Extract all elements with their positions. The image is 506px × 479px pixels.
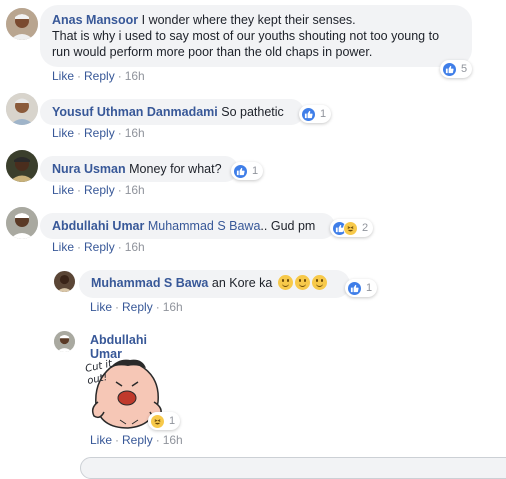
comment-actions: Like · Reply · 16h	[52, 69, 145, 83]
reply-link[interactable]: Reply	[84, 69, 115, 83]
comment-text-line: run would perform more poor than the old…	[52, 45, 373, 59]
reply-input-box[interactable]	[80, 457, 506, 479]
reaction-summary[interactable]: 2	[330, 219, 374, 237]
reaction-summary[interactable]: 1	[299, 105, 332, 123]
comment-text: So pathetic	[221, 105, 284, 119]
like-reaction-icon	[233, 163, 248, 179]
separator-dot: ·	[77, 183, 82, 197]
comment-bubble: Anas Mansoor I wonder where they kept th…	[40, 5, 472, 67]
reply-timestamp[interactable]: 16h	[163, 433, 183, 447]
avatar-image	[54, 331, 75, 352]
reply-actions: Like · Reply · 16h	[90, 300, 183, 314]
avatar-image	[6, 8, 38, 40]
reply-text: an Kore ka	[211, 276, 273, 290]
reaction-count: 1	[252, 165, 259, 177]
like-link[interactable]: Like	[52, 126, 74, 140]
separator-dot: ·	[155, 433, 160, 447]
reply-link[interactable]: Reply	[84, 126, 115, 140]
comment-bubble: Nura Usman Money for what?	[40, 156, 238, 182]
comment-timestamp[interactable]: 16h	[125, 126, 145, 140]
like-link[interactable]: Like	[90, 433, 112, 447]
reaction-summary[interactable]: 1	[345, 279, 378, 297]
comment-text: .. Gud pm	[260, 219, 316, 233]
like-reaction-icon	[442, 61, 457, 77]
like-reaction-icon	[301, 106, 316, 122]
like-reaction-icon	[347, 280, 362, 296]
avatar[interactable]	[54, 331, 75, 352]
comment-text-line: That is why i used to say most of our yo…	[52, 29, 440, 43]
avatar[interactable]	[54, 271, 75, 292]
reply-author[interactable]: Muhammad S Bawa	[91, 276, 208, 290]
comment-bubble: Abdullahi Umar Muhammad S Bawa.. Gud pm	[40, 213, 335, 239]
avatar[interactable]	[6, 207, 38, 239]
comment-text: Money for what?	[129, 162, 222, 176]
like-link[interactable]: Like	[52, 183, 74, 197]
reply-timestamp[interactable]: 16h	[163, 300, 183, 314]
like-link[interactable]: Like	[90, 300, 112, 314]
separator-dot: ·	[77, 126, 82, 140]
comment-author[interactable]: Yousuf Uthman Danmadami	[52, 105, 218, 119]
reaction-count: 1	[366, 282, 373, 294]
reply-link[interactable]: Reply	[122, 300, 153, 314]
reply-bubble: Muhammad S Bawa an Kore ka	[79, 270, 350, 298]
comment-timestamp[interactable]: 16h	[125, 183, 145, 197]
reaction-summary[interactable]: 1	[231, 162, 264, 180]
reply-link[interactable]: Reply	[84, 240, 115, 254]
haha-reaction-icon	[150, 413, 165, 429]
separator-dot: ·	[115, 433, 120, 447]
avatar[interactable]	[6, 93, 38, 125]
separator-dot: ·	[117, 126, 122, 140]
reaction-count: 1	[320, 108, 327, 120]
comment-actions: Like · Reply · 16h	[52, 240, 145, 254]
like-link[interactable]: Like	[52, 69, 74, 83]
reply-link[interactable]: Reply	[122, 433, 153, 447]
avatar-image	[6, 150, 38, 182]
separator-dot: ·	[155, 300, 160, 314]
avatar-image	[6, 207, 38, 239]
separator-dot: ·	[117, 240, 122, 254]
separator-dot: ·	[117, 183, 122, 197]
comment-author[interactable]: Abdullahi Umar	[52, 219, 144, 233]
avatar-image	[54, 271, 75, 292]
comment-timestamp[interactable]: 16h	[125, 240, 145, 254]
comment-text-line: I wonder where they kept their senses.	[141, 13, 356, 27]
mention-link[interactable]: Muhammad S Bawa	[148, 219, 261, 233]
smile-emoji-icon	[311, 275, 327, 290]
reaction-count: 5	[461, 63, 468, 75]
separator-dot: ·	[77, 69, 82, 83]
comment-author[interactable]: Anas Mansoor	[52, 13, 138, 27]
avatar[interactable]	[6, 150, 38, 182]
haha-reaction-icon	[343, 220, 358, 236]
avatar[interactable]	[6, 8, 38, 40]
reaction-summary[interactable]: 1	[148, 412, 181, 430]
comment-bubble: Yousuf Uthman Danmadami So pathetic	[40, 99, 304, 125]
avatar-image	[6, 93, 38, 125]
separator-dot: ·	[77, 240, 82, 254]
comment-actions: Like · Reply · 16h	[52, 126, 145, 140]
like-link[interactable]: Like	[52, 240, 74, 254]
separator-dot: ·	[115, 300, 120, 314]
comment-timestamp[interactable]: 16h	[125, 69, 145, 83]
comment-actions: Like · Reply · 16h	[52, 183, 145, 197]
smile-emoji-icon	[277, 275, 293, 290]
reaction-count: 1	[169, 415, 176, 427]
reaction-count: 2	[362, 222, 369, 234]
smile-emoji-icon	[294, 275, 310, 290]
comment-author[interactable]: Nura Usman	[52, 162, 126, 176]
reply-link[interactable]: Reply	[84, 183, 115, 197]
reply-actions: Like · Reply · 16h	[90, 433, 183, 447]
reaction-summary[interactable]: 5	[440, 60, 473, 78]
separator-dot: ·	[117, 69, 122, 83]
